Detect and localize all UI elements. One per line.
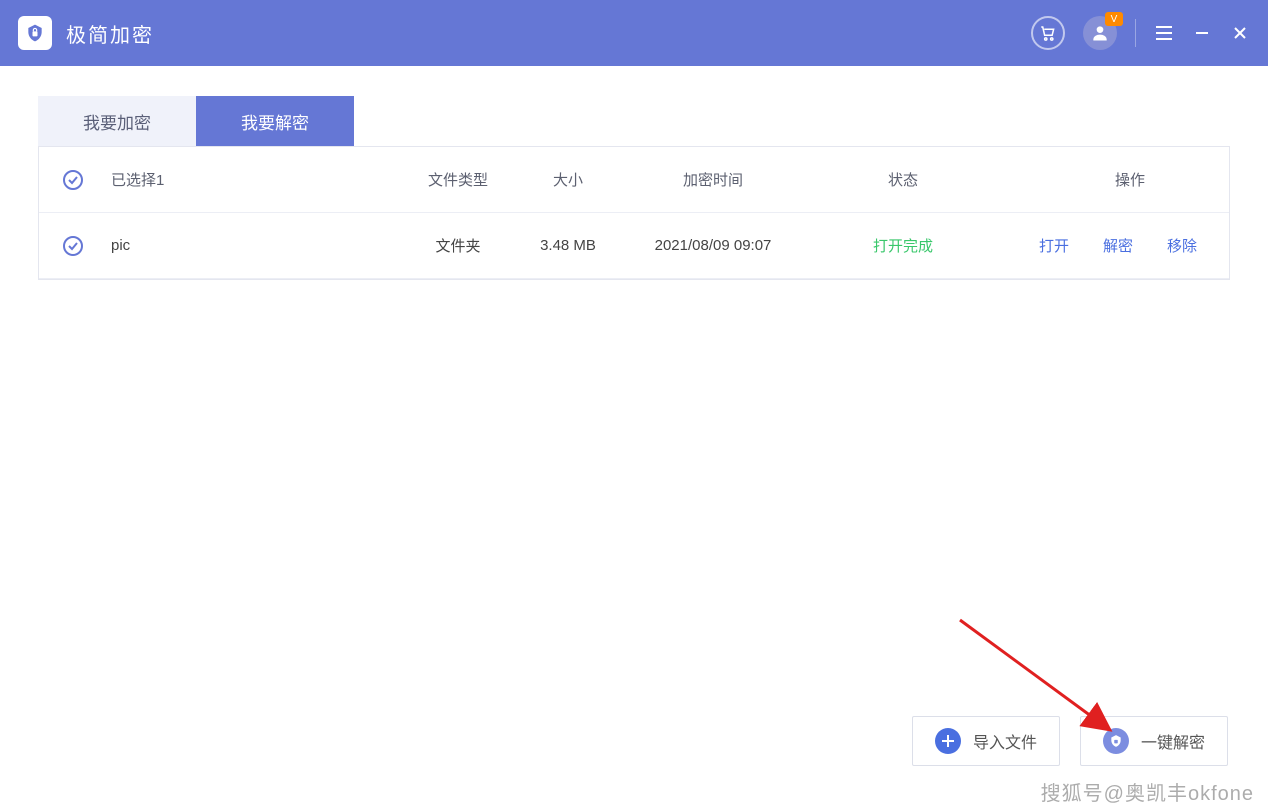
app-title: 极简加密 [66, 19, 154, 48]
cell-status: 打开完成 [803, 235, 1003, 256]
header-time: 加密时间 [623, 169, 803, 190]
titlebar-controls: V [1031, 16, 1250, 50]
import-file-button[interactable]: 导入文件 [912, 716, 1060, 766]
cell-type: 文件夹 [403, 235, 513, 256]
file-panel: 已选择1 文件类型 大小 加密时间 状态 操作 pic 文件夹 3.48 MB … [38, 146, 1230, 280]
cell-time: 2021/08/09 09:07 [623, 237, 803, 254]
minimize-icon[interactable] [1192, 25, 1212, 41]
header-size: 大小 [513, 169, 623, 190]
decrypt-all-button[interactable]: 一键解密 [1080, 716, 1228, 766]
decrypt-link[interactable]: 解密 [1103, 235, 1133, 256]
shield-icon [1103, 728, 1129, 754]
vip-badge-icon: V [1105, 12, 1123, 26]
cell-size: 3.48 MB [513, 237, 623, 254]
header-status: 状态 [803, 169, 1003, 190]
app-logo [18, 16, 52, 50]
header-type: 文件类型 [403, 169, 513, 190]
titlebar: 极简加密 V [0, 0, 1268, 66]
tab-decrypt[interactable]: 我要解密 [196, 96, 354, 146]
plus-icon [935, 728, 961, 754]
content: 我要加密 我要解密 已选择1 文件类型 大小 加密时间 状态 操作 pic 文件… [0, 66, 1268, 280]
open-link[interactable]: 打开 [1039, 235, 1069, 256]
cell-name: pic [103, 237, 403, 254]
header-actions: 操作 [1003, 169, 1205, 190]
close-icon[interactable] [1230, 25, 1250, 41]
divider [1135, 19, 1136, 47]
tabs: 我要加密 我要解密 [38, 96, 1230, 146]
avatar-icon[interactable]: V [1083, 16, 1117, 50]
select-all-checkbox[interactable] [63, 170, 83, 190]
import-label: 导入文件 [973, 729, 1037, 753]
remove-link[interactable]: 移除 [1167, 235, 1197, 256]
watermark: 搜狐号@奥凯丰okfone [1041, 777, 1254, 806]
row-checkbox[interactable] [63, 236, 83, 256]
menu-icon[interactable] [1154, 26, 1174, 40]
table-header: 已选择1 文件类型 大小 加密时间 状态 操作 [39, 147, 1229, 213]
table-row: pic 文件夹 3.48 MB 2021/08/09 09:07 打开完成 打开… [39, 213, 1229, 279]
cart-icon[interactable] [1031, 16, 1065, 50]
decrypt-all-label: 一键解密 [1141, 729, 1205, 753]
tab-encrypt[interactable]: 我要加密 [38, 96, 196, 146]
bottom-bar: 导入文件 一键解密 [912, 716, 1228, 766]
selected-count: 已选择1 [103, 169, 403, 190]
